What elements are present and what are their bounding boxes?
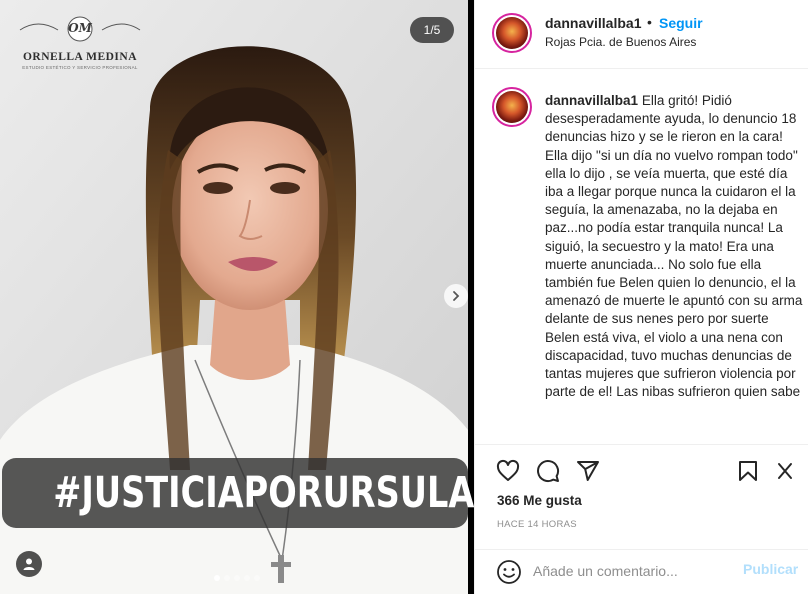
publish-button[interactable]: Publicar: [743, 561, 798, 577]
caption: dannavillalba1 Ella gritó! Pidió desespe…: [545, 92, 803, 401]
share-icon: [577, 461, 599, 481]
comment-button[interactable]: [535, 458, 561, 484]
next-slide-button[interactable]: [444, 284, 468, 308]
brand-tagline: ESTUDIO ESTÉTICO Y SERVICIO PROFESIONAL: [22, 65, 138, 70]
chevron-right-icon: [453, 291, 460, 301]
author-username[interactable]: dannavillalba1: [545, 15, 641, 31]
author-avatar[interactable]: [492, 13, 532, 53]
heart-icon: [496, 459, 520, 481]
post-timestamp[interactable]: HACE 14 HORAS: [497, 519, 577, 530]
bookmark-icon: [739, 461, 757, 481]
carousel-dot: [234, 575, 240, 581]
share-button[interactable]: [575, 458, 601, 484]
carousel-counter: 1/5: [410, 17, 454, 43]
brand-monogram: OM: [68, 21, 92, 35]
header-separator: •: [647, 14, 652, 30]
comment-icon: [537, 460, 560, 483]
add-comment-bar: Publicar: [475, 549, 808, 594]
post-header: dannavillalba1 • Seguir Rojas Pcia. de B…: [475, 0, 808, 69]
like-button[interactable]: [495, 458, 521, 484]
comment-input[interactable]: [533, 558, 733, 584]
carousel-dots: [214, 575, 260, 581]
post-panel: dannavillalba1 • Seguir Rojas Pcia. de B…: [474, 0, 808, 594]
emoji-button[interactable]: [496, 559, 522, 590]
carousel-dot: [254, 575, 260, 581]
hashtag-banner: #JUSTICIAPORURSULA: [2, 458, 474, 528]
post-actions: 366 Me gusta HACE 14 HORAS: [475, 444, 808, 556]
brand-watermark: OM ORNELLA MEDINA ESTUDIO ESTÉTICO Y SER…: [14, 14, 146, 70]
comments-area[interactable]: dannavillalba1 Ella gritó! Pidió desespe…: [475, 70, 808, 444]
user-tag-icon: [23, 558, 35, 570]
follow-button[interactable]: Seguir: [659, 15, 703, 31]
caption-username[interactable]: dannavillalba1: [545, 93, 638, 108]
caption-avatar[interactable]: [492, 87, 532, 127]
close-x-icon: [778, 463, 792, 479]
likes-count[interactable]: 366 Me gusta: [497, 493, 582, 508]
post-media[interactable]: OM ORNELLA MEDINA ESTUDIO ESTÉTICO Y SER…: [0, 0, 474, 594]
caption-text: Ella gritó! Pidió desesperadamente ayuda…: [545, 93, 803, 400]
brand-name: ORNELLA MEDINA: [22, 51, 138, 63]
more-options-button[interactable]: [772, 458, 798, 484]
hashtag-text: #JUSTICIAPORURSULA: [53, 468, 474, 518]
carousel-dot: [224, 575, 230, 581]
carousel-dot: [214, 575, 220, 581]
post-location[interactable]: Rojas Pcia. de Buenos Aires: [545, 35, 696, 49]
save-button[interactable]: [735, 458, 761, 484]
tagged-users-button[interactable]: [16, 551, 42, 577]
emoji-icon: [497, 560, 521, 584]
carousel-dot: [244, 575, 250, 581]
